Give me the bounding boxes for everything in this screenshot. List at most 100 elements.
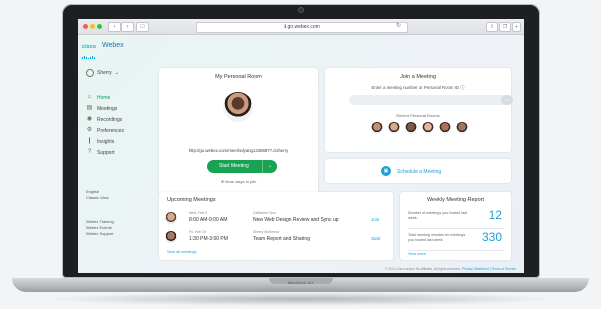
chevron-down-icon: ⌄ (114, 70, 119, 76)
sidebar-nav: ⌂ Home ▤ Meetings ◉ Recordings ⚙ Preferences ❙ In… (86, 92, 124, 158)
recent-room-avatar[interactable] (456, 122, 468, 134)
chart-icon: ❙ (86, 138, 93, 144)
gear-icon: ⚙ (86, 127, 93, 133)
personal-room-card: My Personal Room http://go.webex.com/mee… (159, 68, 318, 195)
join-button[interactable]: Join (371, 217, 379, 222)
meeting-host: Sherry McKenna (253, 230, 280, 234)
sidebar-item-label: Meetings (97, 105, 118, 112)
user-menu[interactable]: Sherry ⌄ (86, 69, 119, 77)
join-meeting-card: Join a Meeting Enter a meeting number or… (325, 68, 513, 152)
recent-rooms-label: Recent Personal Rooms (396, 113, 440, 118)
table-row: Wed, Feb 4 8:00 AM-9:00 AM Catherine Sin… (165, 210, 383, 228)
laptop-model-label: MacBook Air (287, 280, 314, 285)
sidebar-item-support[interactable]: ? Support (86, 147, 124, 158)
calendar-icon: ▣ (381, 166, 391, 176)
sidebar-item-preferences[interactable]: ⚙ Preferences (86, 125, 124, 136)
sidebar-item-insights[interactable]: ❙ Insights (86, 136, 124, 147)
sidebar-item-label: Insights (97, 138, 115, 145)
weekly-report-title: Weekly Meeting Report (426, 197, 485, 203)
stat-meetings-hosted: Number of meetings you hosted last week:… (408, 208, 504, 229)
webex-logo: cisco Webex (82, 41, 124, 59)
stat-value: 12 (488, 208, 502, 222)
meeting-date: Fri, Feb 15 (189, 230, 206, 234)
copyright-text: © 2014 Cisco and/or its affiliates. All … (384, 267, 463, 271)
calendar-icon: ▤ (86, 105, 93, 111)
recent-room-avatar[interactable] (371, 122, 383, 134)
view-more-link[interactable]: View more (408, 252, 426, 256)
meeting-host: Catherine Sinu (253, 211, 277, 215)
meeting-date: Wed, Feb 4 (189, 211, 208, 215)
camera-icon (299, 8, 303, 12)
recent-room-avatar[interactable] (388, 122, 400, 134)
webex-app: cisco Webex Sherry ⌄ ⌂ Home ▤ Meetings ◉ Reco… (78, 35, 524, 273)
table-row: Fri, Feb 15 1:30 PM-3:00 PM Sherry McKen… (165, 229, 383, 247)
join-instructions: Enter a meeting number or Personal Room … (371, 85, 465, 90)
minimize-window-icon[interactable] (90, 24, 95, 29)
address-bar[interactable]: ℹ go.webex.com (196, 22, 408, 33)
forward-icon[interactable]: › (121, 22, 134, 32)
join-meeting-title: Join a Meeting (400, 74, 436, 80)
maximize-window-icon[interactable] (97, 24, 102, 29)
weekly-report-card: Weekly Meeting Report Number of meetings… (400, 192, 511, 260)
close-window-icon[interactable] (83, 24, 88, 29)
view-all-meetings-link[interactable]: View all meetings (167, 250, 196, 254)
footer-links[interactable]: Privacy Statement | Terms of Service (462, 267, 516, 271)
stat-label: Number of meetings you hosted last week: (408, 211, 468, 220)
sidebar-item-label: Support (97, 149, 115, 156)
page-footer: © 2014 Cisco and/or its affiliates. All … (385, 267, 516, 271)
schedule-meeting-button[interactable]: Schedule a Meeting (397, 169, 441, 175)
meeting-time: 8:00 AM-9:00 AM (189, 217, 228, 223)
upcoming-meetings-card: Upcoming Meetings Wed, Feb 4 8:00 AM-9:0… (159, 192, 393, 260)
avatar (165, 231, 177, 243)
start-button[interactable]: Start (371, 236, 381, 241)
upcoming-meetings-title: Upcoming Meetings (167, 197, 216, 203)
meeting-number-input[interactable] (349, 95, 509, 105)
back-icon[interactable]: ‹ (108, 22, 121, 32)
sidebar-item-meetings[interactable]: ▤ Meetings (86, 103, 124, 114)
sidebar-item-label: Recordings (97, 116, 123, 123)
recent-room-avatar[interactable] (422, 122, 434, 134)
avatar (165, 212, 177, 224)
start-meeting-button[interactable]: Start Meeting ⌄ (207, 160, 277, 173)
chevron-down-icon[interactable]: ⌄ (262, 160, 277, 173)
recent-room-avatar[interactable] (439, 122, 451, 134)
sidebar-toggle-icon[interactable]: □ (136, 22, 149, 32)
meeting-name[interactable]: Team Report and Sharing (253, 236, 310, 242)
reload-icon[interactable]: ↻ (396, 22, 401, 31)
view-links: English Classic View (86, 189, 109, 201)
meeting-time: 1:30 PM-3:00 PM (189, 236, 228, 242)
sidebar-item-home[interactable]: ⌂ Home (86, 92, 124, 103)
laptop-base: MacBook Air (12, 278, 589, 292)
stat-meeting-minutes: Total meeting minutes for meetings you h… (408, 230, 504, 251)
stat-label: Total meeting minutes for meetings you h… (408, 233, 466, 242)
classic-view-link[interactable]: Classic View (86, 195, 109, 201)
sidebar: Sherry ⌄ ⌂ Home ▤ Meetings ◉ Recordings ⚙ Prefe… (78, 61, 156, 273)
support-links: Webex Training Webex Events Webex Suppor… (86, 219, 114, 237)
avatar (86, 69, 94, 77)
webex-wordmark: Webex (102, 42, 124, 49)
host-avatar (223, 92, 253, 122)
laptop-screen: ‹ › □ ℹ go.webex.com ↻ ⇧ ❐ + cisco Webex… (78, 19, 524, 273)
sidebar-item-recordings[interactable]: ◉ Recordings (86, 114, 124, 125)
personal-room-title: My Personal Room (215, 74, 262, 80)
new-tab-icon[interactable]: + (512, 22, 521, 32)
browser-toolbar: ‹ › □ ℹ go.webex.com ↻ ⇧ ❐ + (78, 19, 524, 35)
stat-value: 330 (481, 230, 502, 244)
recent-room-avatar[interactable] (405, 122, 417, 134)
share-icon[interactable]: ⇧ (486, 22, 498, 32)
schedule-card[interactable]: ▣ Schedule a Meeting (325, 159, 511, 183)
webex-support-link[interactable]: Webex Support (86, 231, 114, 237)
sidebar-item-label: Preferences (97, 127, 124, 134)
record-icon: ◉ (86, 116, 93, 122)
help-icon: ? (87, 149, 92, 155)
cisco-wordmark: cisco (82, 44, 97, 50)
tabs-icon[interactable]: ❐ (499, 22, 511, 32)
personal-room-link[interactable]: http://go.webex.com/meet/sdyang12356877.… (159, 148, 318, 153)
start-meeting-label: Start Meeting (219, 163, 249, 169)
laptop-shadow (40, 292, 561, 306)
meeting-name[interactable]: New Web Design Review and Sync up (253, 217, 339, 223)
more-ways-to-join-link[interactable]: ⊕ More ways to join (159, 179, 318, 184)
home-icon: ⌂ (87, 94, 92, 100)
join-arrow-button[interactable]: → (501, 95, 513, 105)
sidebar-item-label: Home (97, 94, 111, 101)
